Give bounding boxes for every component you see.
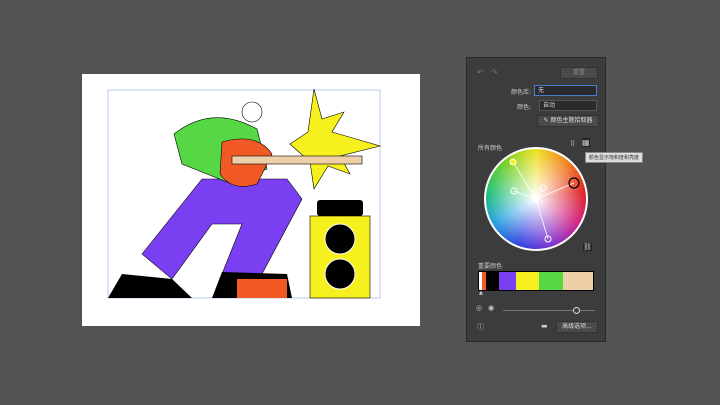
swatch-yellow[interactable]: [515, 272, 540, 290]
artboard[interactable]: [82, 74, 420, 326]
reset-button[interactable]: 重置: [560, 67, 598, 79]
colors-select[interactable]: 自动: [539, 100, 597, 111]
eyedropper-icon: ✎: [543, 117, 549, 124]
colors-label: 颜色:: [517, 104, 532, 111]
swatch-black[interactable]: [485, 272, 500, 290]
prominent-colors-label: 重要颜色: [478, 263, 503, 270]
advanced-options-button[interactable]: 高级选项...: [556, 321, 598, 333]
color-wheel[interactable]: [484, 147, 588, 251]
slider-thumb[interactable]: [573, 307, 580, 314]
link-icon[interactable]: ⛓: [583, 243, 592, 251]
grid-icon[interactable]: ⠿: [570, 140, 575, 148]
library-label: 颜色库:: [511, 89, 532, 96]
brightness-icon[interactable]: ◉: [488, 304, 494, 312]
undo-icon[interactable]: ↶: [477, 68, 484, 77]
wheel-icon[interactable]: ▦: [582, 138, 590, 147]
folder-icon[interactable]: ▬: [541, 322, 548, 330]
illustration: [107, 88, 382, 299]
info-icon[interactable]: ⓘ: [477, 322, 484, 332]
swatch-green[interactable]: [539, 272, 563, 290]
marker-icon[interactable]: ▲: [479, 290, 483, 296]
recolor-panel: ↶ ↷ 重置 颜色库: 无 颜色: 自动 ✎ 颜色主题拾取器 所有颜色 ⠿ ▦ …: [466, 57, 606, 342]
slider-track[interactable]: [503, 310, 595, 311]
redo-icon[interactable]: ↷: [491, 68, 498, 77]
tooltip: 颜色显示饱和度和亮度: [585, 152, 644, 163]
swatch-tan[interactable]: [562, 272, 593, 290]
swatch-purple[interactable]: [499, 272, 516, 290]
library-select[interactable]: 无: [534, 85, 597, 96]
prominent-colors-bar[interactable]: [478, 271, 594, 291]
saturation-icon[interactable]: ◎: [476, 304, 482, 312]
theme-picker-button[interactable]: ✎ 颜色主题拾取器: [537, 115, 599, 127]
